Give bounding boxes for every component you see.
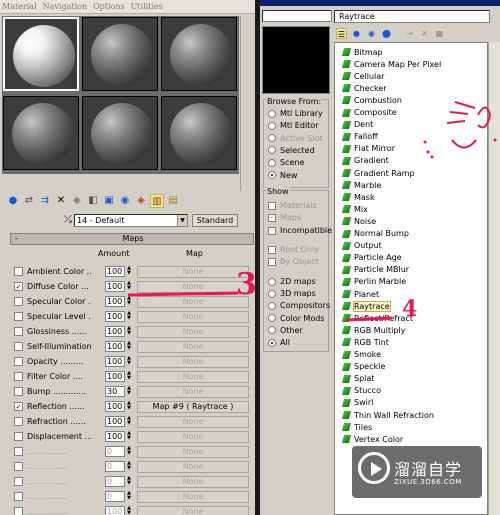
annotation-dot: [426, 150, 430, 154]
annotation-scribble-mark: [477, 106, 492, 129]
watermark-play-icon: [358, 452, 390, 484]
annotation-dot: [493, 138, 497, 142]
annotation-step-3: 3: [236, 267, 257, 302]
annotation-underline-3: [127, 291, 239, 297]
annotation-layer: [127, 101, 497, 322]
watermark-brand: 溜溜自学: [394, 460, 463, 479]
annotation-step-4: 4: [402, 296, 418, 322]
annotation-underline-4: [346, 316, 393, 322]
annotation-scribble-eyes: [446, 101, 476, 124]
annotation-scribble-smile: [451, 139, 477, 149]
annotation-dot: [423, 140, 427, 144]
watermark-url: ZIXUE.3D66.COM: [394, 478, 462, 486]
annotation-dot: [430, 155, 434, 159]
